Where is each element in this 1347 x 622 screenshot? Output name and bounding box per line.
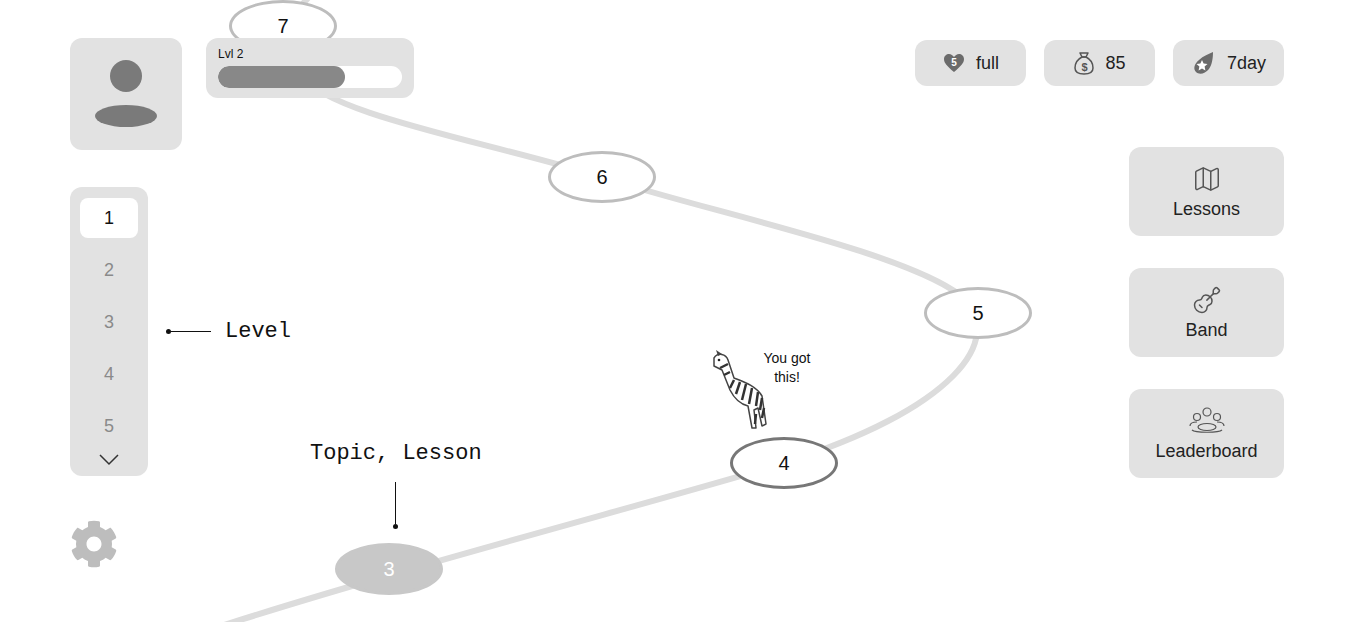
- level-item[interactable]: 1: [80, 198, 138, 238]
- level-item[interactable]: 4: [80, 354, 138, 394]
- level-item[interactable]: 2: [80, 250, 138, 290]
- nav-button[interactable]: Lessons: [1129, 147, 1284, 236]
- map-icon: [1192, 164, 1222, 194]
- level-item[interactable]: 5: [80, 406, 138, 446]
- nav-button[interactable]: Band: [1129, 268, 1284, 357]
- chevron-down-icon[interactable]: [98, 452, 120, 466]
- guitar-icon: [1192, 285, 1222, 315]
- nav-button[interactable]: Leaderboard: [1129, 389, 1284, 478]
- lesson-node[interactable]: 4: [730, 437, 838, 489]
- settings-gear-icon[interactable]: [70, 520, 118, 568]
- level-progress-fill: [218, 66, 345, 88]
- stat-pill[interactable]: $85: [1044, 40, 1155, 86]
- app-screen: 34567You got this!Topic, Lesson12345Leve…: [0, 0, 1347, 622]
- money-bag-icon: $: [1073, 51, 1095, 75]
- level-selector: 1 2 3 4 5: [70, 187, 148, 476]
- lesson-node[interactable]: 3: [335, 543, 443, 595]
- lesson-node[interactable]: 5: [924, 287, 1032, 339]
- mascot-speech: You got this!: [754, 349, 820, 387]
- stats-bar: 5full $85 7day: [915, 40, 1284, 86]
- lesson-annotation: Topic, Lesson: [310, 440, 482, 529]
- level-progress-track: [218, 66, 402, 88]
- level-progress: Lvl 2: [206, 38, 414, 98]
- level-item[interactable]: 3: [80, 302, 138, 342]
- stat-pill[interactable]: 5full: [915, 40, 1026, 86]
- leaderboard-icon: [1187, 406, 1227, 436]
- lesson-node[interactable]: 6: [548, 151, 656, 203]
- mascot: You got this!: [704, 348, 820, 434]
- left-column: 1 2 3 4 5 Level: [70, 38, 291, 568]
- person-icon: [94, 58, 158, 130]
- stat-pill[interactable]: 7day: [1173, 40, 1284, 86]
- heart-icon: 5: [942, 51, 966, 75]
- avatar[interactable]: [70, 38, 182, 150]
- right-nav: Lessons Band Leaderboard: [1129, 147, 1284, 478]
- streak-star-icon: [1191, 50, 1217, 76]
- level-annotation: Level: [166, 318, 291, 346]
